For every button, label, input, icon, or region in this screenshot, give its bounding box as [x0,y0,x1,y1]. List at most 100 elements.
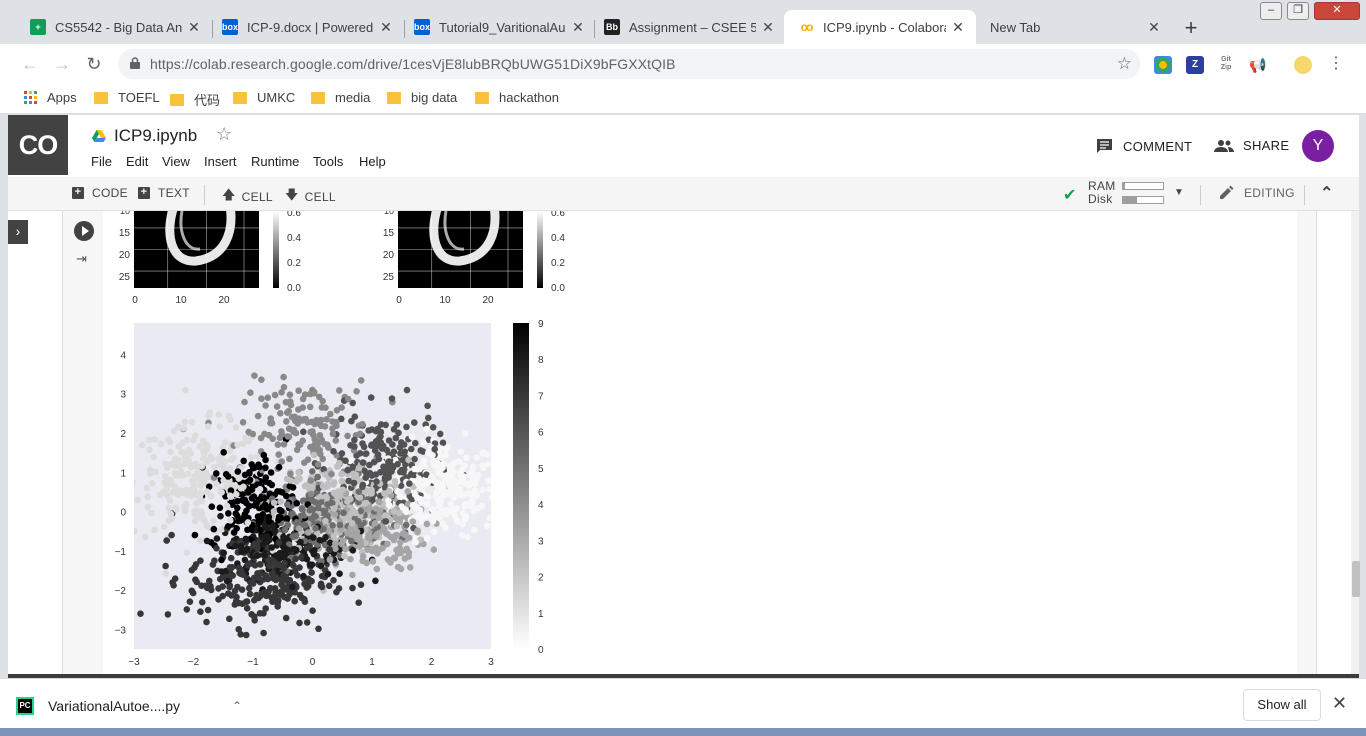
scatter-point [312,524,319,532]
disk-label: Disk [1088,192,1113,206]
browser-tab[interactable]: box Tutorial9_VaritionalAu ✕ [400,10,596,44]
scatter-point [229,572,236,579]
download-item[interactable]: PC VariationalAutoe....py ⌃ [16,691,242,721]
close-tab-icon[interactable]: ✕ [1146,19,1162,36]
browser-tab[interactable]: box ICP-9.docx | Powered ✕ [208,10,404,44]
new-tab-button[interactable]: + [1180,17,1202,40]
reconstructed-digit-figure: 15 20 25 10 0 10 20 0.0 0.2 0.4 0.6 [383,204,565,306]
close-window-button[interactable]: ✕ [1314,2,1360,20]
scatter-point [255,574,262,582]
close-tab-icon[interactable]: ✕ [570,19,586,36]
output-actions-icon[interactable]: ⇥ [76,251,87,267]
bookmark-folder[interactable]: media [311,90,370,105]
menu-help[interactable]: Help [359,154,386,169]
forward-icon[interactable]: → [50,53,74,77]
extension-megaphone-icon[interactable]: 📢 [1249,56,1267,74]
profile-avatar-icon[interactable] [1294,56,1312,74]
scatter-point [283,492,290,500]
add-text-button[interactable]: + TEXT [138,186,190,200]
move-cell-down-button[interactable]: 🡇 CELL [285,186,336,208]
scatter-point [268,594,275,601]
run-cell-icon[interactable] [74,221,94,241]
bookmark-folder[interactable]: TOEFL [94,90,160,105]
move-cell-up-button[interactable]: 🡅 CELL [222,186,273,208]
scatter-point [330,505,338,512]
address-bar[interactable]: https://colab.research.google.com/drive/… [118,49,1140,79]
notebook-title[interactable]: ICP9.ipynb [92,126,197,146]
open-sidebar-icon[interactable]: › [8,220,28,244]
colab-logo[interactable]: CO [8,115,68,175]
scatter-point [275,597,282,604]
extension-z-icon[interactable]: Z [1186,56,1204,74]
extension-chrome-icon[interactable] [1154,56,1172,74]
browser-tab[interactable]: + CS5542 - Big Data Ana ✕ [16,10,212,44]
scatter-point [207,453,215,460]
resource-dropdown-icon[interactable]: ▼ [1174,187,1184,198]
scrollbar-thumb[interactable] [1352,561,1360,597]
bookmark-folder[interactable]: big data [387,90,457,105]
share-button[interactable]: SHARE [1214,138,1289,153]
scatter-point [254,412,262,420]
menu-file[interactable]: File [91,154,112,169]
scatter-point [221,458,229,465]
scatter-point [355,488,363,496]
reload-icon[interactable]: ↻ [82,53,106,77]
back-icon[interactable]: ← [18,53,42,77]
comment-button[interactable]: COMMENT [1096,138,1192,154]
add-code-button[interactable]: + CODE [72,186,128,200]
bookmark-star-icon[interactable]: ☆ [1117,54,1132,74]
close-tab-icon[interactable]: ✕ [378,19,394,36]
show-all-button[interactable]: Show all [1243,689,1321,721]
scatter-point [403,423,410,431]
star-icon[interactable]: ☆ [216,124,232,145]
browser-tab[interactable]: New Tab ✕ [976,10,1172,44]
close-tab-icon[interactable]: ✕ [760,19,776,36]
scatter-point [251,372,258,379]
collapse-header-icon[interactable]: ⌃ [1320,183,1334,203]
menu-view[interactable]: View [162,154,190,169]
scatter-point [450,507,458,514]
scatter-point [485,485,491,493]
resource-monitor[interactable]: RAM Disk [1088,180,1116,206]
menu-tools[interactable]: Tools [313,154,343,169]
bookmark-folder[interactable]: hackathon [475,90,559,105]
close-tab-icon[interactable]: ✕ [186,19,202,36]
bookmark-apps[interactable]: Apps [24,90,77,105]
scatter-point [181,418,189,426]
extension-gitzip-icon[interactable]: Git Zip [1217,56,1235,74]
scatter-point [162,473,169,480]
minimize-button[interactable]: – [1260,2,1282,20]
close-tab-icon[interactable]: ✕ [950,19,966,36]
scatter-point [381,512,389,519]
menu-edit[interactable]: Edit [126,154,148,169]
close-download-bar-icon[interactable]: ✕ [1332,693,1347,714]
editing-mode-button[interactable]: EDITING [1218,185,1295,201]
scatter-point [284,433,292,440]
browser-tab-active[interactable]: oo ICP9.ipynb - Colaborat ✕ [784,10,976,44]
bookmark-folder[interactable]: 代码 [170,90,220,109]
scatter-point [283,418,290,425]
chevron-up-icon[interactable]: ⌃ [232,699,242,713]
scatter-point [225,510,232,517]
bookmark-folder[interactable]: UMKC [233,90,295,105]
scatter-point [373,478,380,485]
scatter-point [328,470,335,478]
scatter-point [332,540,339,547]
scatter-point [213,545,220,552]
page-scrollbar[interactable] [1351,211,1360,674]
scatter-point [220,549,228,557]
menu-insert[interactable]: Insert [204,154,237,169]
scatter-point [412,539,420,546]
scatter-point [230,454,237,461]
bookmarks-bar: Apps TOEFL 代码 UMKC media big data hackat… [0,84,1366,114]
user-avatar[interactable]: Y [1302,130,1334,162]
disk-usage-fill [1123,197,1137,203]
browser-tab[interactable]: Bb Assignment – CSEE 51 ✕ [590,10,786,44]
menu-runtime[interactable]: Runtime [251,154,299,169]
cell-up-label: CELL [241,190,273,204]
scatter-point [144,504,152,511]
blackboard-icon: Bb [604,19,620,35]
scatter-point [248,526,255,533]
chrome-menu-icon[interactable]: ⋮ [1324,53,1348,77]
restore-button[interactable]: ❐ [1287,2,1309,20]
